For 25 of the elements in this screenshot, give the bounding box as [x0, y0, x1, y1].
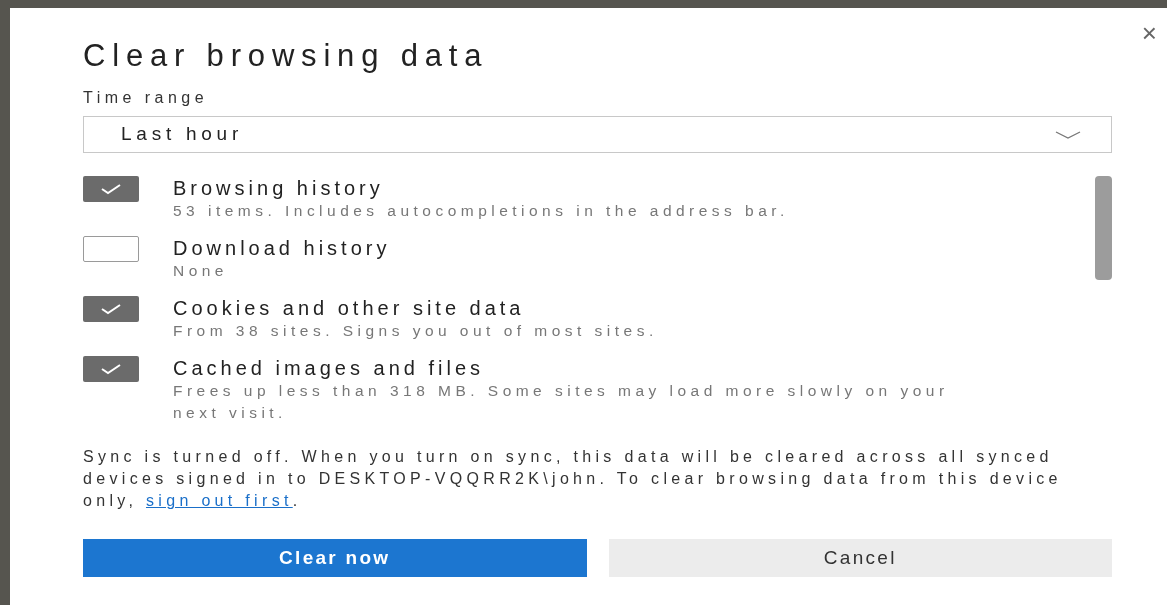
option-title: Cookies and other site data — [173, 296, 525, 320]
option-title: Download history — [173, 236, 391, 260]
option-title: Browsing history — [173, 176, 384, 200]
dialog-title: Clear browsing data — [83, 37, 489, 75]
checkmark-icon — [100, 303, 122, 315]
option-detail: None — [173, 261, 229, 281]
checkbox[interactable] — [83, 236, 139, 262]
sign-out-link[interactable]: sign out first — [146, 492, 293, 509]
option-detail: From 38 sites. Signs you out of most sites. — [173, 321, 659, 341]
option-detail: 53 items. Includes autocompletions in the address bar. — [173, 201, 790, 221]
sync-notice: Sync is turned off. When you turn on sync, this data will be cleared across all synced devices signed in to DESKTOP-VQQRR2K\john. To clear browsing data from this device only, sign out first. — [83, 447, 1063, 511]
option-title: Cached images and files — [173, 356, 484, 380]
field-label: Time range — [83, 88, 209, 108]
checkmark-icon — [100, 363, 122, 375]
clear-now-button[interactable]: Clear now — [83, 539, 587, 577]
option-detail: Frees up less than 318 MB. Some sites may load more slowly on your next visit. — [173, 381, 950, 423]
chevron-down-icon — [1055, 130, 1081, 139]
checkmark-icon — [100, 183, 122, 195]
scrollbar[interactable] — [1095, 176, 1112, 280]
cancel-button[interactable]: Cancel — [608, 539, 1112, 577]
close-button[interactable]: × — [1141, 20, 1157, 46]
checkbox[interactable] — [83, 176, 139, 202]
time-range-dropdown[interactable]: Last hour — [83, 116, 1112, 153]
checkbox[interactable] — [83, 296, 139, 322]
checkbox[interactable] — [83, 356, 139, 382]
